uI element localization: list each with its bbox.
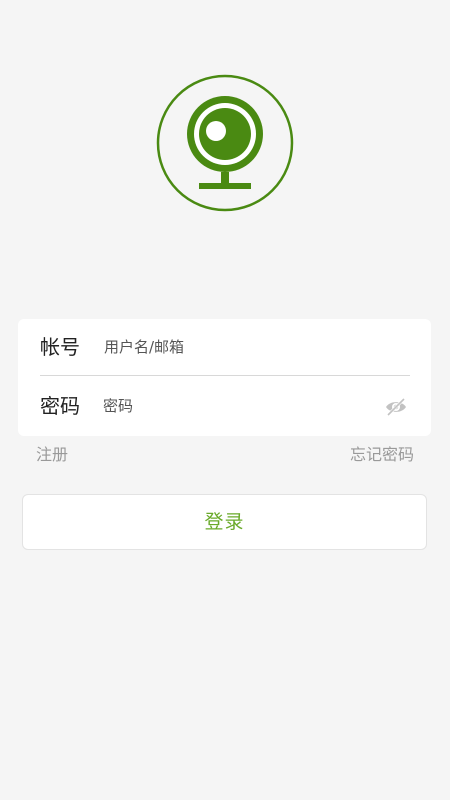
login-button[interactable]: 登录 xyxy=(22,494,427,550)
password-label: 密码 xyxy=(40,394,80,418)
password-row: 密码 xyxy=(18,378,431,436)
forgot-password-link[interactable]: 忘记密码 xyxy=(350,444,414,466)
password-input[interactable] xyxy=(103,392,373,420)
eye-hidden-icon[interactable] xyxy=(384,395,408,419)
login-screen: 帐号 密码 注册 忘记密码 登录 xyxy=(0,0,450,800)
account-input[interactable] xyxy=(104,333,374,361)
register-link[interactable]: 注册 xyxy=(36,444,68,466)
login-form-card: 帐号 密码 xyxy=(18,319,431,436)
account-label: 帐号 xyxy=(40,335,80,359)
webcam-icon xyxy=(156,74,294,212)
account-row: 帐号 xyxy=(18,319,431,377)
field-divider xyxy=(40,375,410,376)
